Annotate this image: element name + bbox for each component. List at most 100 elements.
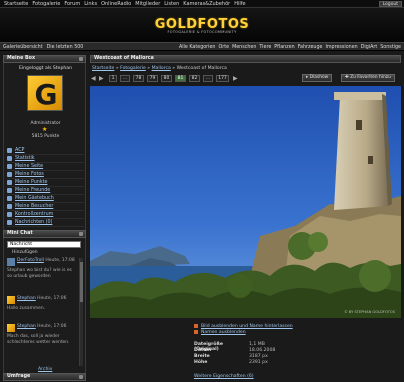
menu-onlineradio[interactable]: OnlineRadio — [101, 1, 131, 7]
prev-arrow-icon[interactable]: ◀ — [91, 75, 96, 82]
link-kontrollzentrum[interactable]: Kontrollzentrum — [7, 211, 84, 219]
link-gaestebuch[interactable]: Mein Gästebuch — [7, 195, 84, 203]
menu-mitglieder[interactable]: Mitglieder — [135, 1, 160, 7]
scroll-thumb[interactable] — [80, 262, 83, 302]
chat-text: Stephan wo bist du? wie is es so urlaub … — [7, 268, 72, 279]
collapse-icon[interactable] — [79, 57, 83, 61]
friends-icon — [7, 188, 12, 193]
crumb-startseite[interactable]: Startseite — [92, 66, 114, 71]
page-link[interactable]: 82 — [189, 75, 200, 82]
nav-sonstige[interactable]: Sonstige — [380, 45, 401, 50]
chat-message-input[interactable]: Nachricht — [7, 241, 81, 248]
acp-icon — [7, 148, 12, 153]
visitors-icon — [7, 204, 12, 209]
mini-chat-title-text: Mini Chat — [7, 231, 33, 236]
crumb-fotogalerie[interactable]: Fotogalerie — [120, 66, 146, 71]
chat-time: Heute, 17:06 — [37, 324, 67, 329]
chat-user[interactable]: Stephan — [17, 324, 36, 329]
menu-forum[interactable]: Forum — [64, 1, 80, 7]
next-arrow-icon[interactable]: ▶ — [99, 75, 104, 82]
nav-pflanzen[interactable]: Pflanzen — [274, 45, 294, 50]
control-icon — [7, 212, 12, 217]
link-meine-seite[interactable]: Meine Seite — [7, 163, 84, 171]
collapse-icon[interactable] — [79, 232, 83, 236]
menu-links[interactable]: Links — [84, 1, 97, 7]
logo-tagline: FOTOGALERIE & FOTOCOMMUNITY — [167, 30, 237, 34]
menu-listen[interactable]: Listen — [164, 1, 179, 7]
photo-image — [90, 86, 401, 318]
welcome-text: Eingeloggt als Stephan — [18, 66, 73, 71]
page-link[interactable]: 1 — [109, 75, 117, 82]
nav-tiere[interactable]: Tiere — [259, 45, 271, 50]
page-link[interactable]: 177 — [216, 75, 229, 82]
property-row: Höhe 2391 px — [194, 360, 384, 366]
diashow-button[interactable]: ▸ Diashow — [302, 74, 333, 82]
menu-fotogalerie[interactable]: Fotogalerie — [32, 1, 60, 7]
avatar-letter: G — [34, 78, 58, 111]
avatar[interactable]: G — [27, 75, 63, 111]
hide-names-link[interactable]: Namen ausblenden — [194, 329, 384, 335]
diashow-label: Diashow — [309, 75, 329, 80]
crumb-mallorca[interactable]: Mallorca — [152, 66, 171, 71]
page-ellipsis: ... — [203, 75, 213, 82]
link-label: Meine Freunde — [15, 188, 51, 193]
collapse-icon[interactable] — [79, 375, 83, 379]
avatar[interactable] — [7, 258, 15, 266]
link-nachrichten[interactable]: Nachrichten (0) — [7, 219, 84, 227]
nav-alle-kategorien[interactable]: Alle Kategorien — [179, 45, 216, 50]
mini-chat: Mini Chat Nachricht Hinzufügen DerFotoTr… — [3, 230, 86, 376]
nav-fahrzeuge[interactable]: Fahrzeuge — [298, 45, 323, 50]
menu-kameras[interactable]: Kameras&Zubehör — [183, 1, 230, 7]
chat-user[interactable]: Stephan — [17, 296, 36, 301]
chat-user[interactable]: DerFotoTroll — [17, 258, 44, 263]
menu-startseite[interactable]: Startseite — [4, 1, 28, 7]
nav-impressionen[interactable]: Impressionen — [325, 45, 357, 50]
link-acp[interactable]: ACP — [7, 147, 84, 155]
link-meine-punkte[interactable]: Meine Punkte — [7, 179, 84, 187]
link-label: Meine Fotos — [15, 172, 44, 177]
page-icon — [7, 164, 12, 169]
favorite-button[interactable]: ✚ Zu Favoriten hinzu — [341, 74, 395, 82]
nav-orte[interactable]: Orte — [218, 45, 229, 50]
link-statistik[interactable]: Statistik — [7, 155, 84, 163]
nav-menschen[interactable]: Menschen — [232, 45, 256, 50]
points-icon — [7, 180, 12, 185]
crumb-current: Westcoast of Mallorca — [176, 66, 227, 71]
hide-icon — [194, 324, 198, 328]
pagination: ◀ ▶ 1 ... 78 79 80 81 82 ... 177 ▶ ▸ Dia… — [90, 74, 401, 84]
chat-scrollbar[interactable] — [79, 258, 83, 366]
link-label: Nachrichten (0) — [15, 220, 53, 225]
page-link[interactable]: 80 — [161, 75, 172, 82]
last-arrow-icon[interactable]: ▶ — [233, 75, 238, 82]
logout-button[interactable]: Logout — [378, 1, 402, 7]
page-current[interactable]: 81 — [175, 75, 186, 82]
link-label: Kontrollzentrum — [15, 212, 54, 217]
sidebar: Meine Box Eingeloggt als Stephan G Admin… — [3, 55, 86, 382]
page-link[interactable]: 78 — [133, 75, 144, 82]
avatar[interactable] — [7, 296, 15, 304]
menu-hilfe[interactable]: Hilfe — [234, 1, 245, 7]
more-properties-link[interactable]: Weitere Eigenschaften (6) — [194, 374, 254, 379]
main-photo[interactable]: © BY STEPHAN GOLDFOTOS — [90, 86, 401, 318]
site-logo[interactable]: GOLDFOTOS FOTOGALERIE & FOTOCOMMUNITY — [144, 17, 260, 34]
avatar[interactable] — [7, 324, 15, 332]
nav-digiart[interactable]: DigiArt — [361, 45, 378, 50]
page-link[interactable]: 79 — [147, 75, 158, 82]
link-meine-freunde[interactable]: Meine Freunde — [7, 187, 84, 195]
link-meine-fotos[interactable]: Meine Fotos — [7, 171, 84, 179]
rank-star-icon: ★ — [42, 126, 48, 133]
chat-time: Heute, 17:08 — [45, 258, 75, 263]
photo-credit: © BY STEPHAN GOLDFOTOS — [344, 310, 395, 314]
link-label: Meine Punkte — [15, 180, 48, 185]
chat-archive-link[interactable]: Archiv — [38, 367, 52, 372]
nav-letzten-500[interactable]: Die letzten 500 — [47, 45, 84, 50]
link-besucher[interactable]: Meine Besucher — [7, 203, 84, 211]
hide-image-label: Bild ausblenden und Name hinterlassen — [201, 323, 293, 329]
my-box: Meine Box Eingeloggt als Stephan G Admin… — [3, 55, 86, 231]
nav-galerieuebersicht[interactable]: Galerieübersicht — [3, 45, 43, 50]
chat-add-button[interactable]: Hinzufügen — [12, 250, 38, 255]
chat-text: Hallo zusammen. — [7, 306, 46, 311]
link-label: Statistik — [15, 156, 35, 161]
breadcrumb: Startseite » Fotogalerie » Mallorca » We… — [92, 66, 227, 71]
gallery-nav: Galerieübersicht Die letzten 500 Alle Ka… — [0, 42, 404, 51]
